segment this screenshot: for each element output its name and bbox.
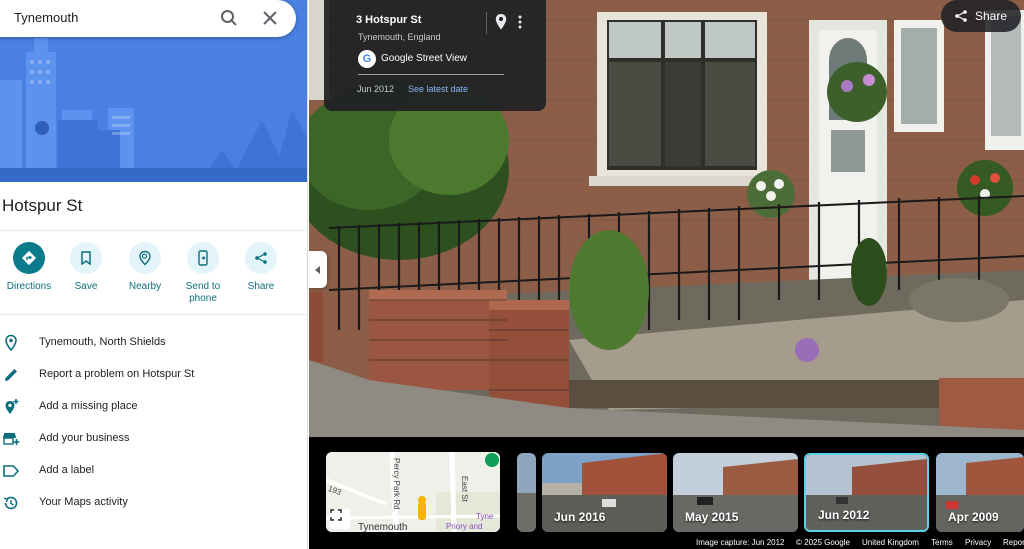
label-icon (3, 465, 20, 477)
store-icon (3, 433, 20, 445)
nearby-button[interactable]: Nearby (116, 242, 174, 293)
search-box[interactable] (0, 0, 296, 37)
info-text: Add a label (39, 464, 95, 476)
info-list: Tynemouth, North Shields Report a proble… (0, 327, 307, 519)
directions-icon (21, 250, 37, 266)
send-to-phone-label: Send to phone (185, 281, 221, 304)
street-view-address: 3 Hotspur St (356, 14, 422, 26)
info-row-add-place[interactable]: Add a missing place (0, 391, 307, 423)
street-view-provider: Google Street View (381, 53, 467, 64)
info-text: Add your business (39, 432, 130, 444)
privacy-link[interactable]: Privacy (965, 538, 991, 547)
minimap-roads (326, 452, 500, 532)
divider (0, 230, 307, 231)
timeline-thumbnail[interactable]: Jun 2016 (542, 453, 667, 532)
action-buttons: Directions Save Nearby Send to phone Sha… (0, 242, 307, 308)
side-panel: Hotspur St Directions Save Nearby Send t… (0, 0, 308, 549)
timeline-date-label: May 2015 (685, 510, 739, 524)
image-capture-text: Image capture: Jun 2012 (696, 538, 785, 547)
divider (0, 314, 307, 315)
pencil-icon (5, 369, 17, 381)
share-label: Share (247, 281, 275, 292)
info-row-add-label[interactable]: Add a label (0, 455, 307, 487)
phone-icon (198, 250, 208, 266)
timeline-strip: Percy Park Rd East St 193 Tynemouth Tyne… (309, 437, 1024, 549)
see-latest-date-link[interactable]: See latest date (408, 84, 468, 94)
share-place-button[interactable]: Share (232, 242, 290, 293)
minimap[interactable]: Percy Park Rd East St 193 Tynemouth Tyne… (326, 452, 500, 532)
add-place-icon (5, 399, 19, 414)
info-text: Tynemouth, North Shields (39, 336, 166, 348)
report-link[interactable]: Report (1003, 538, 1024, 547)
map-place-label: Tyne (476, 512, 494, 521)
terms-link[interactable]: Terms (931, 538, 953, 547)
nearby-search-icon (139, 250, 151, 266)
info-row-address[interactable]: Tynemouth, North Shields (0, 327, 307, 359)
street-view-capture-date: Jun 2012 (357, 84, 395, 94)
save-button[interactable]: Save (57, 242, 115, 293)
divider (486, 12, 487, 34)
save-label: Save (74, 281, 98, 292)
close-icon[interactable] (262, 10, 278, 26)
search-input[interactable] (14, 10, 204, 25)
timeline-date-label: Jun 2016 (554, 510, 606, 524)
map-road-label: Percy Park Rd (392, 458, 401, 510)
share-street-view-button[interactable]: Share (941, 0, 1021, 32)
expand-icon (330, 509, 342, 521)
info-text: Report a problem on Hotspur St (39, 368, 195, 380)
search-icon[interactable] (220, 9, 238, 27)
bookmark-icon (81, 251, 91, 265)
map-road-label: East St (460, 476, 469, 502)
timeline-thumbnail-partial[interactable] (517, 453, 536, 532)
directions-button[interactable]: Directions (0, 242, 58, 293)
info-row-report-problem[interactable]: Report a problem on Hotspur St (0, 359, 307, 391)
nearby-label: Nearby (128, 281, 162, 292)
more-options-icon[interactable] (517, 14, 523, 30)
timeline-date-label: Apr 2009 (948, 510, 999, 524)
timeline-thumbnail-selected[interactable]: Jun 2012 (804, 453, 929, 532)
location-pin-icon (5, 334, 17, 352)
divider (358, 74, 504, 75)
street-view-subtitle: Tynemouth, England (358, 32, 441, 42)
expand-map-button[interactable] (330, 509, 350, 529)
share-icon (255, 252, 267, 264)
timeline-thumbnail[interactable]: May 2015 (673, 453, 798, 532)
footer-bar: Image capture: Jun 2012 © 2025 Google Un… (690, 538, 1024, 549)
place-title: Hotspur St (2, 196, 83, 215)
timeline-thumbnail[interactable]: Apr 2009 (936, 453, 1024, 532)
share-label: Share (975, 9, 1008, 23)
street-view-info-card: 3 Hotspur St Tynemouth, England G Google… (324, 0, 546, 111)
send-to-phone-button[interactable]: Send to phone (174, 242, 232, 305)
map-place-label: Tynemouth (358, 522, 408, 532)
chevron-left-icon (314, 265, 320, 274)
google-logo-icon: G (358, 50, 376, 68)
info-text: Your Maps activity (39, 496, 128, 508)
timeline-date-label: Jun 2012 (818, 508, 870, 522)
region-link[interactable]: United Kingdom (862, 538, 919, 547)
share-icon (955, 10, 967, 22)
collapse-panel-button[interactable] (308, 251, 327, 288)
info-row-add-business[interactable]: Add your business (0, 423, 307, 455)
copyright-text: © 2025 Google (796, 538, 850, 547)
directions-label: Directions (6, 281, 52, 292)
location-pin-icon[interactable] (494, 13, 508, 31)
info-text: Add a missing place (39, 400, 138, 412)
info-row-maps-activity[interactable]: Your Maps activity (0, 487, 307, 519)
history-icon (3, 496, 18, 510)
map-place-label: Priory and (446, 522, 483, 531)
